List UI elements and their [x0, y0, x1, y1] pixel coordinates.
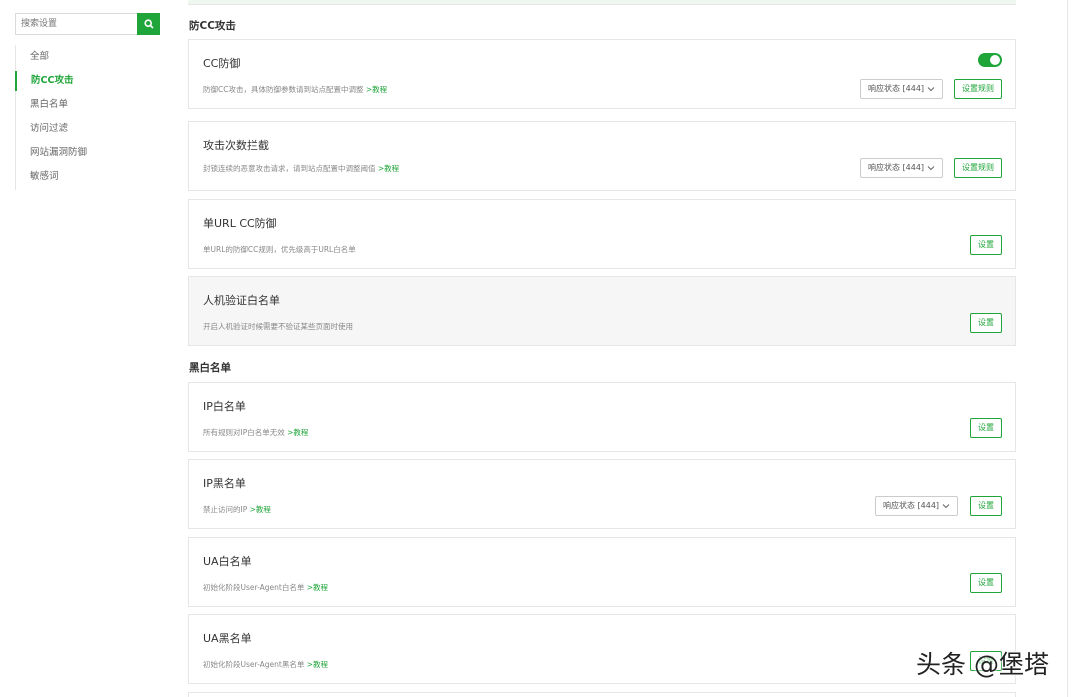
chevron-down-icon: [927, 166, 935, 171]
card-ua-blacklist: UA黑名单 初始化阶段User-Agent黑名单 >教程 设置: [188, 614, 1016, 684]
card-title: IP黑名单: [203, 477, 246, 490]
card-title: 人机验证白名单: [203, 294, 280, 307]
card-desc: 禁止访问的IP >教程: [203, 504, 271, 515]
tutorial-link[interactable]: >教程: [378, 164, 399, 173]
divider: [1067, 0, 1068, 697]
chevron-down-icon: [927, 87, 935, 92]
set-button[interactable]: 设置: [970, 235, 1002, 255]
card-ua-whitelist: UA白名单 初始化阶段User-Agent白名单 >教程 设置: [188, 537, 1016, 607]
card-desc: 开启人机验证时候需要不验证某些页面时使用: [203, 322, 353, 331]
card-desc: 所有规则对IP白名单无效 >教程: [203, 427, 308, 438]
tutorial-link[interactable]: >教程: [307, 660, 328, 669]
card-title: UA黑名单: [203, 632, 252, 645]
top-strip: [188, 0, 1016, 5]
nav-item-blackwhite[interactable]: 黑白名单: [16, 95, 156, 115]
nav-item-all[interactable]: 全部: [16, 47, 156, 67]
desc-text: 所有规则对IP白名单无效: [203, 428, 285, 437]
card-captcha-whitelist: 人机验证白名单 开启人机验证时候需要不验证某些页面时使用 设置: [188, 276, 1016, 346]
search-button[interactable]: [137, 13, 160, 35]
tutorial-link[interactable]: >教程: [366, 85, 387, 94]
set-button[interactable]: 设置: [970, 496, 1002, 516]
search-bar: [15, 13, 160, 35]
desc-text: 封锁连续的恶意攻击请求，请到站点配置中调整阈值: [203, 164, 376, 173]
nav-item-sensitive[interactable]: 敏感词: [16, 167, 156, 187]
card-desc: 封锁连续的恶意攻击请求，请到站点配置中调整阈值 >教程: [203, 163, 399, 174]
card-title: UA白名单: [203, 555, 252, 568]
nav-item-cc[interactable]: 防CC攻击: [15, 71, 155, 91]
tutorial-link[interactable]: >教程: [307, 583, 328, 592]
card-desc: 初始化阶段User-Agent黑名单 >教程: [203, 659, 328, 670]
desc-text: 初始化阶段User-Agent白名单: [203, 583, 305, 592]
desc-text: 初始化阶段User-Agent黑名单: [203, 660, 305, 669]
card-title: 攻击次数拦截: [203, 139, 269, 152]
search-input[interactable]: [15, 13, 137, 35]
select-value: 响应状态 [444]: [883, 501, 940, 510]
select-value: 响应状态 [444]: [868, 163, 925, 172]
set-button[interactable]: 设置: [970, 573, 1002, 593]
nav-item-vuln[interactable]: 网站漏洞防御: [16, 143, 156, 163]
card-next: [188, 692, 1016, 697]
card-desc: 防御CC攻击，具体防御参数请到站点配置中调整 >教程: [203, 84, 387, 95]
set-rules-button[interactable]: 设置规则: [954, 158, 1002, 178]
card-desc: 初始化阶段User-Agent白名单 >教程: [203, 582, 328, 593]
search-icon: [143, 19, 154, 29]
page: 全部 防CC攻击 黑白名单 访问过滤 网站漏洞防御 敏感词 防CC攻击 CC防御…: [0, 0, 1080, 697]
cc-toggle[interactable]: [978, 53, 1002, 67]
response-status-select[interactable]: 响应状态 [444]: [875, 496, 958, 516]
select-value: 响应状态 [444]: [868, 84, 925, 93]
nav-item-filter[interactable]: 访问过滤: [16, 119, 156, 139]
desc-text: 防御CC攻击，具体防御参数请到站点配置中调整: [203, 85, 364, 94]
set-button[interactable]: 设置: [970, 418, 1002, 438]
card-ip-whitelist: IP白名单 所有规则对IP白名单无效 >教程 设置: [188, 382, 1016, 452]
response-status-select[interactable]: 响应状态 [444]: [860, 158, 943, 178]
response-status-select[interactable]: 响应状态 [444]: [860, 79, 943, 99]
set-button[interactable]: 设置: [970, 313, 1002, 333]
settings-nav: 全部 防CC攻击 黑白名单 访问过滤 网站漏洞防御 敏感词: [15, 45, 166, 190]
toggle-knob: [990, 55, 1000, 65]
card-cc-defense: CC防御 防御CC攻击，具体防御参数请到站点配置中调整 >教程 响应状态 [44…: [188, 39, 1016, 109]
sidebar: 全部 防CC攻击 黑白名单 访问过滤 网站漏洞防御 敏感词: [0, 0, 166, 697]
card-single-url: 单URL CC防御 单URL的防御CC规则，优先级高于URL白名单 设置: [188, 199, 1016, 269]
card-title: 单URL CC防御: [203, 217, 277, 230]
card-ip-blacklist: IP黑名单 禁止访问的IP >教程 响应状态 [444] 设置: [188, 459, 1016, 529]
card-title: IP白名单: [203, 400, 246, 413]
desc-text: 禁止访问的IP: [203, 505, 248, 514]
card-title: CC防御: [203, 57, 241, 70]
watermark: 头条 @堡塔: [916, 650, 1049, 679]
card-attack-count: 攻击次数拦截 封锁连续的恶意攻击请求，请到站点配置中调整阈值 >教程 响应状态 …: [188, 121, 1016, 191]
card-desc: 单URL的防御CC规则，优先级高于URL白名单: [203, 245, 356, 254]
chevron-down-icon: [942, 504, 950, 509]
set-rules-button[interactable]: 设置规则: [954, 79, 1002, 99]
tutorial-link[interactable]: >教程: [250, 505, 271, 514]
section-title-blackwhite: 黑白名单: [189, 362, 231, 374]
tutorial-link[interactable]: >教程: [287, 428, 308, 437]
section-title-cc: 防CC攻击: [189, 20, 236, 32]
